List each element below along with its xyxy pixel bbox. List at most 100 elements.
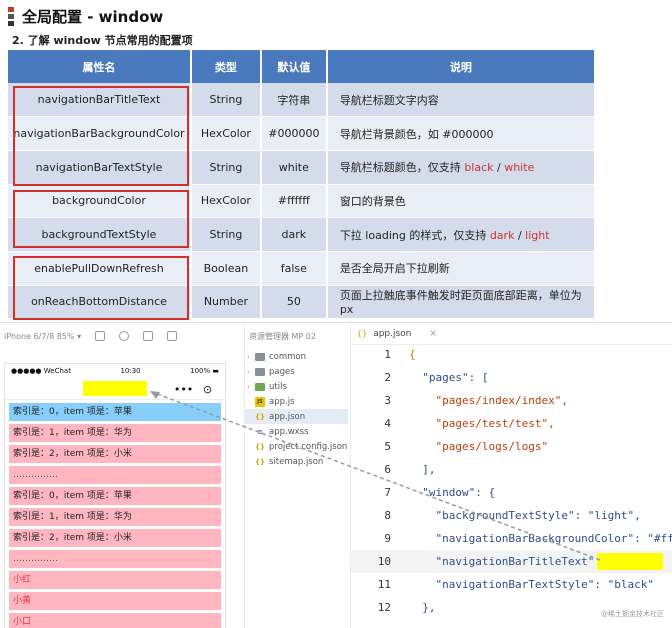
desc-text: 下拉 loading 的样式，仅支持 [339, 228, 490, 242]
desc-text: 导航栏标题颜色，仅支持 [339, 161, 465, 175]
tree-file-sitemap[interactable]: {} sitemap.json [245, 454, 348, 469]
record-icon[interactable] [119, 331, 130, 341]
json-file-icon: {} [255, 412, 265, 421]
status-bar: ●●●●● WeChat 10:30 100% ▬ [5, 364, 225, 378]
mini-program-capsule[interactable]: ••• ⊙ [169, 382, 217, 396]
cell-type: String [190, 217, 262, 252]
desc-option-white: white [504, 161, 535, 175]
tree-folder-common[interactable]: › common [245, 349, 348, 364]
json-file-icon: {} [255, 457, 265, 466]
line-number: 2 [384, 371, 391, 384]
line-text: "navigationBarBackgroundColor": "#fff", [409, 532, 672, 545]
code-line: 4 "pages/test/test", [351, 412, 672, 435]
cell-desc: 是否全局开启下拉刷新 [326, 251, 597, 286]
line-text: "navigationBarTextStyle": "black" [409, 578, 655, 591]
tree-label: common [269, 351, 307, 362]
device-select[interactable]: iPhone 6/7/8 85% ▾ [4, 332, 81, 341]
tree-folder-pages[interactable]: › pages [245, 364, 348, 379]
header-description: 说明 [326, 50, 597, 83]
navigation-bar: ••• ⊙ [5, 378, 225, 400]
line-text: ], [409, 463, 436, 476]
volume-icon[interactable] [143, 331, 154, 341]
line-number: 5 [384, 440, 391, 453]
tree-label: app.wxss [269, 426, 309, 437]
table-row: navigationBarBackgroundColor HexColor #0… [8, 116, 597, 151]
line-number: 12 [377, 601, 391, 614]
line-text: "pages/logs/logs" [409, 440, 549, 453]
list-item: 索引是：1，item 项是：华为 [9, 508, 221, 526]
folder-icon [255, 382, 265, 391]
folder-icon [255, 367, 265, 376]
line-text: "pages/test/test", [409, 417, 555, 430]
code-line: 11 "navigationBarTextStyle": "black" [351, 573, 672, 596]
rotate-icon[interactable] [167, 331, 178, 341]
cell-name: backgroundColor [8, 184, 192, 219]
code-line: 5 "pages/logs/logs" [351, 435, 672, 458]
line-number: 10 [377, 555, 391, 568]
explorer-header: 资源管理器 MP 02 [249, 331, 316, 341]
list-separator: …………… [9, 466, 221, 484]
cell-name: navigationBarTextStyle [8, 150, 192, 185]
title-text-highlight [597, 553, 663, 570]
line-number: 3 [384, 394, 391, 407]
slide-title: 全局配置 - window [22, 8, 164, 26]
line-text: { [409, 348, 416, 361]
tab-label: app.json [373, 328, 412, 339]
more-icon[interactable]: ••• [174, 383, 193, 396]
devtools-area: iPhone 6/7/8 85% ▾ ●●●●● WeChat 10:30 10… [0, 322, 672, 628]
nav-title-highlight [83, 381, 147, 396]
carrier-signal: ●●●●● WeChat [11, 367, 71, 375]
simulator-toolbar: iPhone 6/7/8 85% ▾ [0, 323, 232, 349]
code-line: 3 "pages/index/index", [351, 389, 672, 412]
close-icon[interactable]: × [429, 329, 437, 339]
code-line: 6 ], [351, 458, 672, 481]
header-property: 属性名 [8, 50, 192, 83]
tree-file-app-wxss[interactable]: ≡ app.wxss [245, 424, 348, 439]
list-item: 索引是：0，item 项是：苹果 [9, 487, 221, 505]
js-file-icon: JS [255, 396, 265, 407]
table-row: backgroundColor HexColor #ffffff 窗口的背景色 [8, 184, 597, 219]
code-line: 8 "backgroundTextStyle": "light", [351, 504, 672, 527]
code-line: 9 "navigationBarBackgroundColor": "#fff"… [351, 527, 672, 550]
chevron-right-icon: › [247, 352, 250, 361]
cell-type: HexColor [190, 184, 262, 219]
desc-separator: / [493, 161, 505, 175]
cell-name: navigationBarBackgroundColor [8, 116, 192, 151]
tree-file-project-config[interactable]: {} project.config.json [245, 439, 348, 454]
line-text: "navigationBarTitleText": " [409, 555, 615, 568]
code-editor[interactable]: {} app.json × 1 { 2 "pages": [ 3 "pages/i… [350, 323, 672, 628]
code-line: 2 "pages": [ [351, 366, 672, 389]
phone-simulator: ●●●●● WeChat 10:30 100% ▬ ••• ⊙ 索引是：0，it… [4, 363, 226, 628]
cell-desc: 导航栏标题颜色，仅支持 black / white [326, 150, 597, 185]
close-circle-icon[interactable]: ⊙ [203, 383, 212, 396]
line-number: 11 [377, 578, 391, 591]
cell-default: 字符串 [260, 83, 328, 118]
cell-name: navigationBarTitleText [8, 83, 192, 118]
table-row: navigationBarTextStyle String white 导航栏标… [8, 150, 597, 185]
line-text: "pages": [ [409, 371, 489, 384]
tree-label: pages [269, 366, 295, 377]
list-item: 小黄 [9, 592, 221, 610]
table-row: enablePullDownRefresh Boolean false 是否全局… [8, 251, 597, 286]
line-number: 8 [384, 509, 391, 522]
line-text: "pages/index/index", [409, 394, 568, 407]
tree-file-app-json[interactable]: {} app.json [245, 409, 348, 424]
slide-panel: 全局配置 - window 2. 了解 window 节点常用的配置项 属性名 … [0, 0, 672, 322]
cell-default: dark [260, 217, 328, 252]
editor-tab-app-json[interactable]: {} app.json × [351, 323, 672, 345]
list-item: 索引是：0，item 项是：苹果 [9, 403, 221, 421]
battery-indicator: 100% ▬ [190, 367, 219, 375]
tree-file-app-js[interactable]: JS app.js [245, 394, 348, 409]
header-default: 默认值 [260, 50, 328, 83]
cell-type: HexColor [190, 116, 262, 151]
desc-separator: / [514, 228, 526, 242]
line-text: "window": { [409, 486, 496, 499]
header-type: 类型 [190, 50, 262, 83]
line-number: 1 [384, 348, 391, 361]
tree-label: utils [269, 381, 287, 392]
cell-desc: 导航栏标题文字内容 [326, 83, 597, 118]
tree-folder-utils[interactable]: › utils [245, 379, 348, 394]
cell-default: 50 [260, 285, 328, 320]
phone-icon[interactable] [95, 331, 106, 341]
json-file-icon: {} [255, 442, 265, 451]
